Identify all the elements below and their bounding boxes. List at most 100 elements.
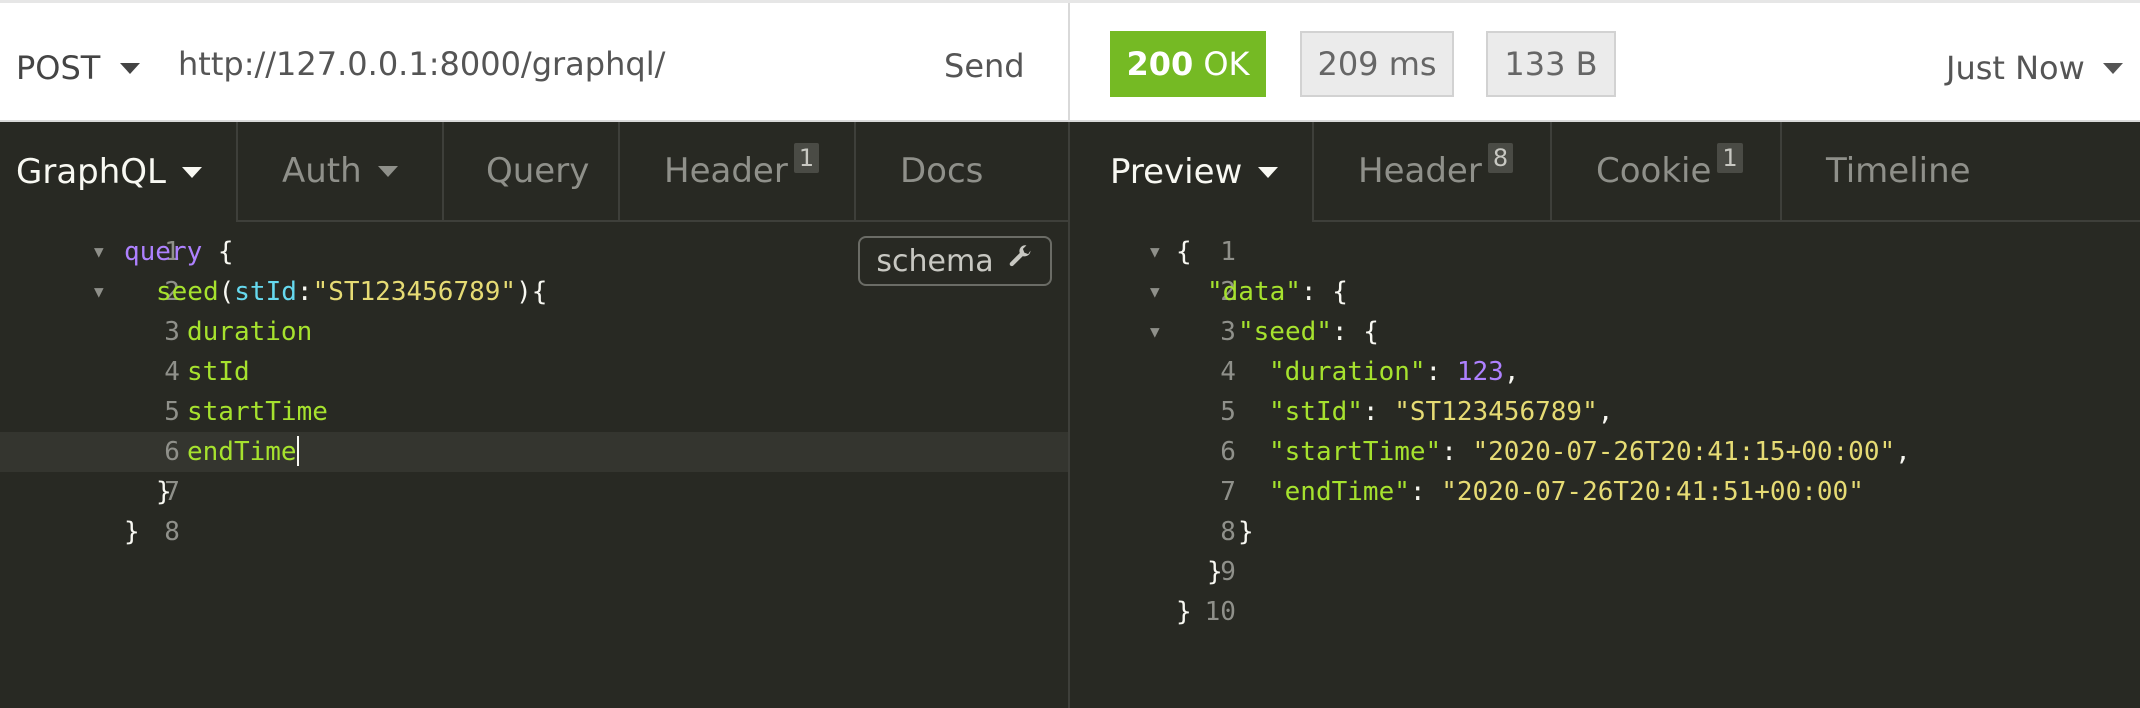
json-key: "duration" xyxy=(1269,357,1426,387)
code-line: 9 } xyxy=(1070,552,2140,592)
tab-query[interactable]: Query xyxy=(444,122,620,222)
json-key: "startTime" xyxy=(1269,437,1442,467)
fold-arrow-icon[interactable]: ▼ xyxy=(94,232,114,272)
code-line: 8 } xyxy=(1070,512,2140,552)
tab-graphql[interactable]: GraphQL xyxy=(0,122,238,222)
punctuation: : xyxy=(296,277,313,307)
line-number: 5 xyxy=(164,397,180,427)
json-key: "endTime" xyxy=(1269,477,1410,507)
code-line: 8 } xyxy=(0,512,1068,552)
method-label: POST xyxy=(16,49,101,87)
tab-preview[interactable]: Preview xyxy=(1070,122,1314,222)
status-badge: 200 OK xyxy=(1110,31,1266,97)
code-text: "stId": "ST123456789", xyxy=(1269,392,1613,432)
json-key: "seed" xyxy=(1238,317,1332,347)
code-line: 4 "duration": 123, xyxy=(1070,352,2140,392)
request-tabbar: GraphQL Auth Query Header 1 Docs xyxy=(0,122,1068,222)
string-value: "ST123456789" xyxy=(1394,397,1598,427)
code-line: 1 ▼ { xyxy=(1070,232,2140,272)
string-value: "2020-07-26T20:41:51+00:00" xyxy=(1441,477,1864,507)
code-text: "duration": 123, xyxy=(1269,352,1519,392)
keyword: query xyxy=(124,237,203,267)
tab-label: Header xyxy=(664,151,788,191)
line-number: 9 xyxy=(1220,557,1236,587)
code-line: 7 } xyxy=(0,472,1068,512)
tab-label: Timeline xyxy=(1826,151,1971,191)
punctuation: ){ xyxy=(516,277,548,307)
chevron-down-icon xyxy=(377,165,398,177)
code-text: endTime xyxy=(187,432,299,472)
tab-docs[interactable]: Docs xyxy=(856,122,1068,222)
chevron-down-icon xyxy=(2102,62,2123,74)
punctuation: { xyxy=(1176,237,1192,267)
status-text: OK xyxy=(1203,45,1250,83)
chevron-down-icon xyxy=(182,166,202,178)
chevron-down-icon xyxy=(1258,166,1279,178)
url-bar: POST http://127.0.0.1:8000/graphql/ Send… xyxy=(0,0,2140,125)
line-number: 4 xyxy=(164,357,180,387)
fold-arrow-icon[interactable]: ▼ xyxy=(1150,232,1170,272)
code-line: 2 ▼ seed(stId:"ST123456789"){ xyxy=(0,272,1068,312)
code-text: "data": { xyxy=(1207,272,1348,312)
method-selector[interactable]: POST xyxy=(16,49,141,87)
status-code: 200 xyxy=(1126,45,1194,83)
punctuation: , xyxy=(1895,437,1911,467)
punctuation: , xyxy=(1503,357,1520,387)
punctuation: } xyxy=(124,517,140,547)
line-number: 4 xyxy=(1220,357,1236,387)
line-number: 3 xyxy=(1220,317,1236,347)
code-line-current: 6 endTime xyxy=(0,432,1068,472)
code-line: 4 stId xyxy=(0,352,1068,392)
code-line: 2 ▼ "data": { xyxy=(1070,272,2140,312)
punctuation: : xyxy=(1425,357,1457,387)
tab-header[interactable]: Header 1 xyxy=(620,122,856,222)
history-dropdown[interactable]: Just Now xyxy=(1946,49,2123,87)
code-text: seed(stId:"ST123456789"){ xyxy=(156,272,547,312)
line-number: 5 xyxy=(1220,397,1236,427)
cookie-count-badge: 1 xyxy=(1717,143,1743,173)
send-button[interactable]: Send xyxy=(944,47,1025,85)
query-editor[interactable]: 1 ▼ query { 2 ▼ seed(stId:"ST123456789")… xyxy=(0,232,1068,552)
code-text: "startTime": "2020-07-26T20:41:15+00:00"… xyxy=(1269,432,1911,472)
tab-label: Docs xyxy=(900,151,984,191)
fold-arrow-icon[interactable]: ▼ xyxy=(1150,312,1170,352)
tab-cookie[interactable]: Cookie 1 xyxy=(1552,122,1782,222)
fold-arrow-icon[interactable]: ▼ xyxy=(94,272,114,312)
pane-divider-top xyxy=(1068,3,1070,125)
line-number: 6 xyxy=(1220,437,1236,467)
punctuation: ( xyxy=(218,277,235,307)
punctuation: : xyxy=(1409,477,1442,507)
line-number: 7 xyxy=(1220,477,1236,507)
field-name: duration xyxy=(187,317,313,347)
field-name: startTime xyxy=(187,397,328,427)
code-line: 5 "stId": "ST123456789", xyxy=(1070,392,2140,432)
tab-timeline[interactable]: Timeline xyxy=(1782,122,2140,222)
tab-label: Preview xyxy=(1110,152,1243,192)
tab-response-header[interactable]: Header 8 xyxy=(1314,122,1552,222)
response-preview: 1 ▼ { 2 ▼ "data": { 3 ▼ "seed": { 4 "dur… xyxy=(1070,232,2140,632)
tab-label: Header xyxy=(1358,151,1482,191)
punctuation: : { xyxy=(1331,317,1379,347)
json-key: "stId" xyxy=(1269,397,1363,427)
url-input[interactable]: http://127.0.0.1:8000/graphql/ xyxy=(178,45,665,83)
code-text: query { xyxy=(124,232,234,272)
string-value: "ST123456789" xyxy=(312,277,517,307)
tab-label: Cookie xyxy=(1596,151,1712,191)
fold-arrow-icon[interactable]: ▼ xyxy=(1150,272,1170,312)
punctuation: : { xyxy=(1300,277,1348,307)
code-line: 3 duration xyxy=(0,312,1068,352)
punctuation: : xyxy=(1441,437,1473,467)
tab-auth[interactable]: Auth xyxy=(238,122,444,222)
code-line: 1 ▼ query { xyxy=(0,232,1068,272)
text-cursor xyxy=(296,435,299,466)
code-line: 6 "startTime": "2020-07-26T20:41:15+00:0… xyxy=(1070,432,2140,472)
line-number: 10 xyxy=(1204,597,1236,627)
string-value: "2020-07-26T20:41:15+00:00" xyxy=(1472,437,1896,467)
code-line: 7 "endTime": "2020-07-26T20:41:51+00:00" xyxy=(1070,472,2140,512)
response-time-badge: 209 ms xyxy=(1300,31,1454,97)
code-line: 5 startTime xyxy=(0,392,1068,432)
json-key: "data" xyxy=(1207,277,1301,307)
chevron-down-icon xyxy=(120,62,141,74)
field-name: endTime xyxy=(187,437,297,467)
code-line: 10 } xyxy=(1070,592,2140,632)
